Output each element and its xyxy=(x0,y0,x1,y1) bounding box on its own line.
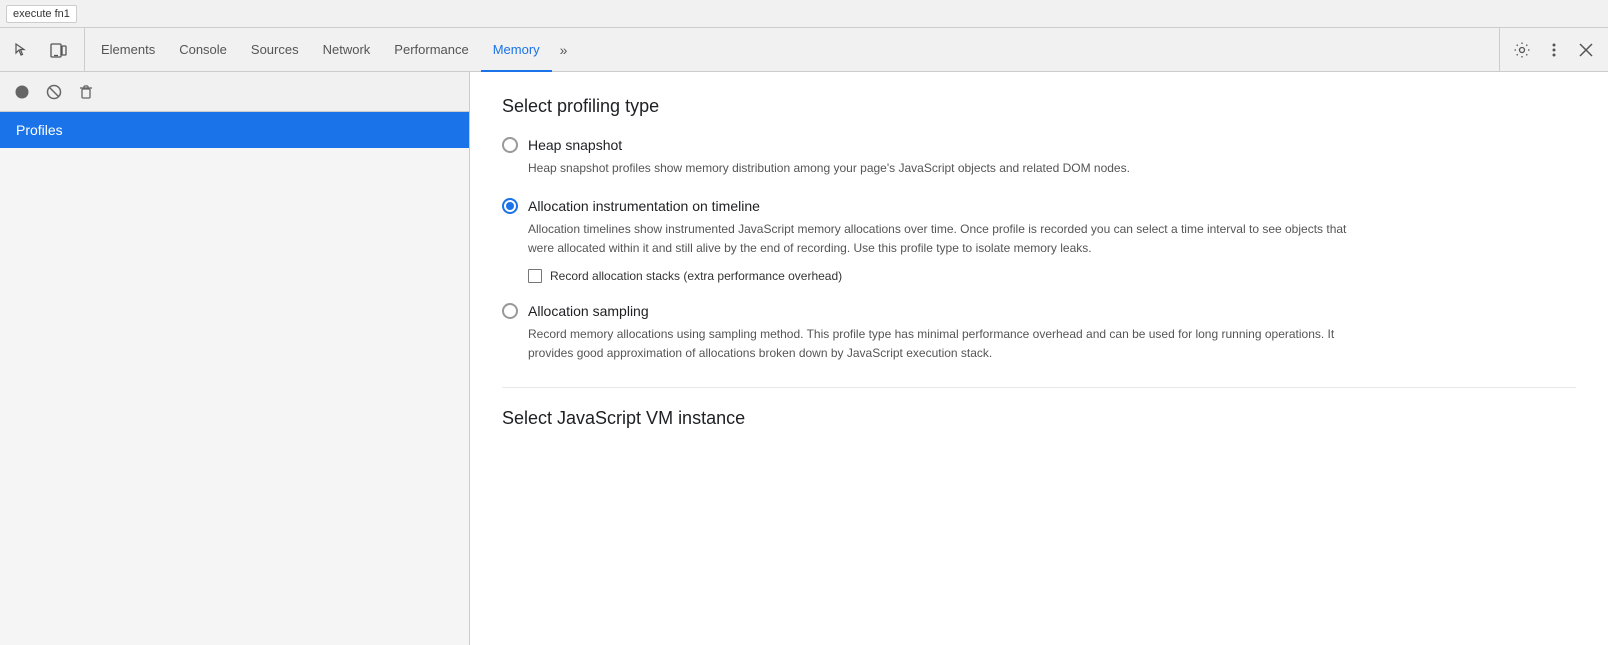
allocation-timeline-header[interactable]: Allocation instrumentation on timeline xyxy=(502,198,1576,214)
js-vm-instance-title: Select JavaScript VM instance xyxy=(502,408,1576,429)
allocation-sampling-label: Allocation sampling xyxy=(528,303,649,319)
tab-elements[interactable]: Elements xyxy=(89,29,167,72)
tab-bar-inspect-icons xyxy=(8,28,85,71)
tab-bar-right-actions xyxy=(1499,28,1600,71)
sidebar: Profiles xyxy=(0,72,470,645)
allocation-stacks-label: Record allocation stacks (extra performa… xyxy=(550,269,842,283)
sidebar-items: Profiles xyxy=(0,112,469,645)
profiling-options: Heap snapshot Heap snapshot profiles sho… xyxy=(502,137,1576,383)
close-icon[interactable] xyxy=(1572,36,1600,64)
execute-button[interactable]: execute fn1 xyxy=(6,5,77,23)
clear-button[interactable] xyxy=(72,78,100,106)
tab-network[interactable]: Network xyxy=(311,29,383,72)
heap-snapshot-label: Heap snapshot xyxy=(528,137,622,153)
allocation-timeline-desc: Allocation timelines show instrumented J… xyxy=(528,220,1348,258)
profiling-type-title: Select profiling type xyxy=(502,96,1576,117)
device-toggle-icon[interactable] xyxy=(44,36,72,64)
allocation-sampling-radio[interactable] xyxy=(502,303,518,319)
tab-performance[interactable]: Performance xyxy=(382,29,480,72)
allocation-sampling-header[interactable]: Allocation sampling xyxy=(502,303,1576,319)
heap-snapshot-radio[interactable] xyxy=(502,137,518,153)
tabs: Elements Console Sources Network Perform… xyxy=(89,28,1499,71)
allocation-timeline-label: Allocation instrumentation on timeline xyxy=(528,198,760,214)
more-tabs-button[interactable]: » xyxy=(552,28,576,71)
record-button[interactable] xyxy=(8,78,36,106)
allocation-sampling-desc: Record memory allocations using sampling… xyxy=(528,325,1348,363)
tab-sources[interactable]: Sources xyxy=(239,29,311,72)
sidebar-item-profiles[interactable]: Profiles xyxy=(0,112,469,148)
allocation-sampling-option: Allocation sampling Record memory alloca… xyxy=(502,303,1576,363)
heap-snapshot-option: Heap snapshot Heap snapshot profiles sho… xyxy=(502,137,1576,178)
top-bar: execute fn1 xyxy=(0,0,1608,28)
heap-snapshot-desc: Heap snapshot profiles show memory distr… xyxy=(528,159,1348,178)
stop-button[interactable] xyxy=(40,78,68,106)
more-options-icon[interactable] xyxy=(1540,36,1568,64)
allocation-timeline-option: Allocation instrumentation on timeline A… xyxy=(502,198,1576,282)
allocation-timeline-radio[interactable] xyxy=(502,198,518,214)
devtools: Elements Console Sources Network Perform… xyxy=(0,28,1608,645)
allocation-stacks-checkbox[interactable] xyxy=(528,269,542,283)
tab-console[interactable]: Console xyxy=(167,29,239,72)
tab-bar: Elements Console Sources Network Perform… xyxy=(0,28,1608,72)
allocation-stacks-checkbox-row[interactable]: Record allocation stacks (extra performa… xyxy=(528,269,1576,283)
tab-memory[interactable]: Memory xyxy=(481,29,552,72)
inspect-element-icon[interactable] xyxy=(8,36,36,64)
content-panel: Select profiling type Heap snapshot Heap… xyxy=(470,72,1608,645)
section-divider xyxy=(502,387,1576,388)
main-area: Profiles Select profiling type Heap snap… xyxy=(0,72,1608,645)
sidebar-toolbar xyxy=(0,72,469,112)
settings-icon[interactable] xyxy=(1508,36,1536,64)
heap-snapshot-header[interactable]: Heap snapshot xyxy=(502,137,1576,153)
